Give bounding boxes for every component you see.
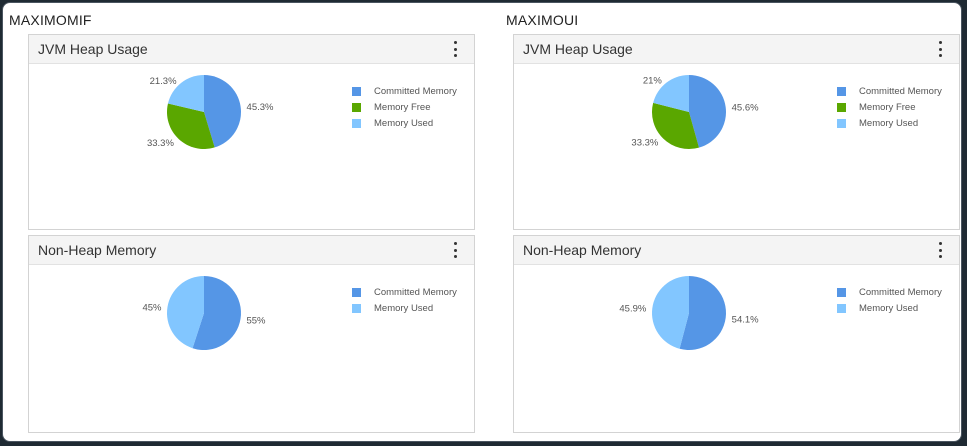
- card-title: JVM Heap Usage: [523, 41, 633, 57]
- pie-value-label: 33.3%: [631, 137, 658, 148]
- dashboard-frame: MAXIMOMIF JVM Heap Usage 45.3% 33.3% 21.3%…: [2, 2, 962, 442]
- chart-legend: Committed Memory Memory Used: [837, 284, 942, 316]
- legend-label: Committed Memory: [374, 85, 457, 97]
- kebab-menu-icon[interactable]: [450, 41, 460, 57]
- pie-value-label: 54.1%: [732, 314, 759, 325]
- pie-value-label: 33.3%: [147, 138, 174, 149]
- legend-label: Committed Memory: [374, 286, 457, 298]
- card-non-heap-maximoui: Non-Heap Memory 54.1% 45.9% Committed Mem…: [513, 235, 960, 433]
- pie-value-label: 21.3%: [150, 76, 177, 87]
- legend-swatch: [837, 102, 846, 112]
- legend-item-committed-memory[interactable]: Committed Memory: [352, 83, 457, 99]
- legend-item-memory-used[interactable]: Memory Used: [352, 115, 457, 131]
- pie-value-label: 21%: [643, 76, 663, 87]
- legend-swatch: [837, 86, 846, 96]
- card-non-heap-maximomif: Non-Heap Memory 55% 45% Committed Memory M…: [28, 235, 475, 433]
- legend-item-committed-memory[interactable]: Committed Memory: [837, 83, 942, 99]
- group-title-maximoui: MAXIMOUI: [506, 12, 579, 28]
- card-jvm-heap-maximomif: JVM Heap Usage 45.3% 33.3% 21.3% Committed…: [28, 34, 475, 230]
- legend-item-memory-used[interactable]: Memory Used: [837, 300, 942, 316]
- legend-label: Committed Memory: [859, 85, 942, 97]
- card-header: JVM Heap Usage: [514, 35, 959, 64]
- legend-item-committed-memory[interactable]: Committed Memory: [837, 284, 942, 300]
- legend-swatch: [352, 102, 361, 112]
- legend-label: Memory Used: [859, 302, 919, 314]
- legend-swatch: [352, 118, 361, 128]
- card-jvm-heap-maximoui: JVM Heap Usage 45.6% 33.3% 21% Committed M…: [513, 34, 960, 230]
- legend-swatch: [837, 118, 846, 128]
- chart-legend: Committed Memory Memory Free Memory Used: [352, 83, 457, 131]
- legend-label: Memory Used: [374, 302, 434, 314]
- card-header: JVM Heap Usage: [29, 35, 474, 64]
- kebab-menu-icon[interactable]: [935, 41, 945, 57]
- pie-value-label: 45%: [142, 303, 162, 314]
- card-title: Non-Heap Memory: [38, 242, 157, 258]
- pie-value-label: 45.3%: [247, 102, 274, 113]
- legend-swatch: [837, 303, 846, 313]
- legend-label: Memory Used: [374, 117, 434, 129]
- kebab-menu-icon[interactable]: [450, 242, 460, 258]
- legend-swatch: [352, 86, 361, 96]
- group-title-maximomif: MAXIMOMIF: [9, 12, 92, 28]
- card-header: Non-Heap Memory: [29, 236, 474, 265]
- legend-swatch: [352, 287, 361, 297]
- card-title: JVM Heap Usage: [38, 41, 148, 57]
- legend-label: Memory Free: [374, 101, 431, 113]
- legend-label: Memory Free: [859, 101, 916, 113]
- chart-legend: Committed Memory Memory Free Memory Used: [837, 83, 942, 131]
- pie-value-label: 55%: [246, 315, 266, 326]
- legend-item-committed-memory[interactable]: Committed Memory: [352, 284, 457, 300]
- chart-legend: Committed Memory Memory Used: [352, 284, 457, 316]
- legend-swatch: [352, 303, 361, 313]
- legend-label: Memory Used: [859, 117, 919, 129]
- legend-item-memory-used[interactable]: Memory Used: [837, 115, 942, 131]
- card-header: Non-Heap Memory: [514, 236, 959, 265]
- legend-swatch: [837, 287, 846, 297]
- pie-value-label: 45.9%: [619, 304, 646, 315]
- pie-value-label: 45.6%: [732, 102, 759, 113]
- card-title: Non-Heap Memory: [523, 242, 642, 258]
- kebab-menu-icon[interactable]: [935, 242, 945, 258]
- legend-item-memory-free[interactable]: Memory Free: [837, 99, 942, 115]
- legend-item-memory-free[interactable]: Memory Free: [352, 99, 457, 115]
- legend-item-memory-used[interactable]: Memory Used: [352, 300, 457, 316]
- legend-label: Committed Memory: [859, 286, 942, 298]
